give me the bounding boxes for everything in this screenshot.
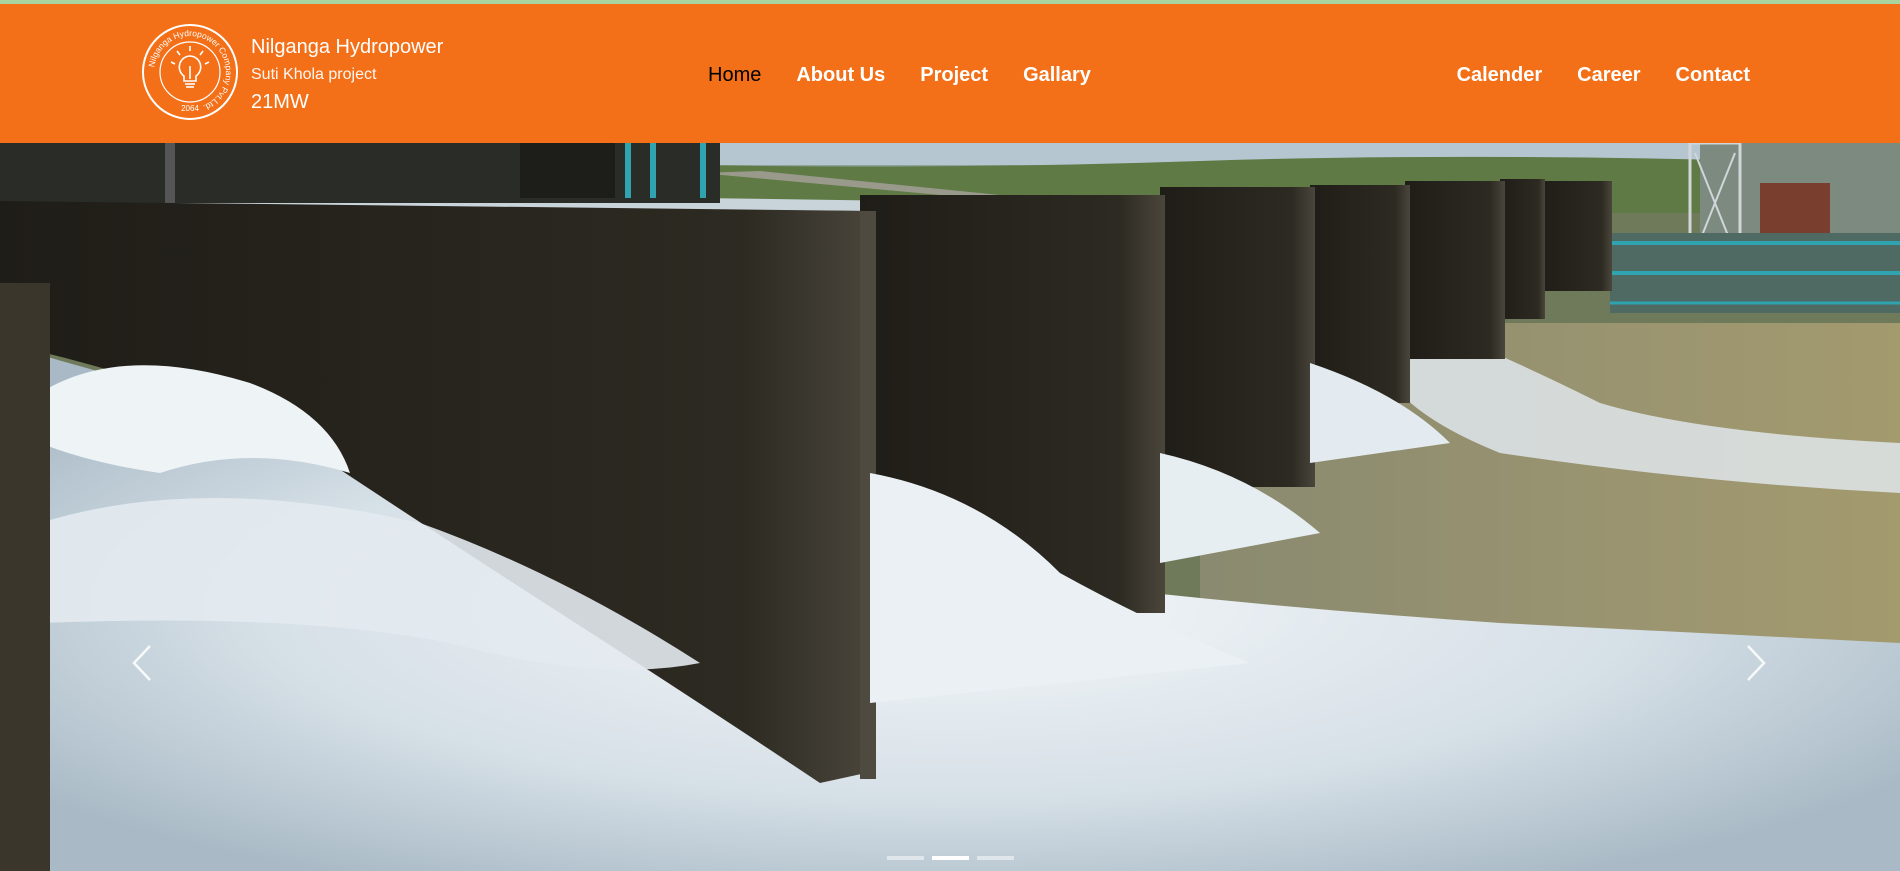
carousel-indicator-2[interactable] <box>932 856 969 860</box>
company-logo[interactable]: Nilganga Hydropower Company Pvt.Ltd. 206… <box>140 22 240 122</box>
nav-link-contact[interactable]: Contact <box>1676 62 1750 88</box>
carousel-indicators <box>887 856 1014 860</box>
carousel-prev-button[interactable] <box>122 638 162 688</box>
brand-name: Nilganga Hydropower <box>251 36 444 58</box>
hero-slide-image <box>0 143 1900 871</box>
main-nav: Home About Us Project Gallary <box>708 62 1091 88</box>
nav-link-calender[interactable]: Calender <box>1457 62 1543 88</box>
hero-carousel <box>0 143 1900 871</box>
chevron-left-icon <box>132 645 151 681</box>
logo-year: 2064 <box>181 104 199 113</box>
brand-subtitle: Suti Khola project <box>251 66 377 83</box>
carousel-indicator-3[interactable] <box>977 856 1014 860</box>
secondary-nav: Calender Career Contact <box>1457 62 1750 88</box>
chevron-right-icon <box>1747 645 1766 681</box>
nav-link-career[interactable]: Career <box>1577 62 1640 88</box>
nav-link-project[interactable]: Project <box>920 62 988 88</box>
navbar: Nilganga Hydropower Company Pvt.Ltd. 206… <box>0 4 1900 143</box>
brand-capacity: 21MW <box>251 91 309 113</box>
carousel-indicator-1[interactable] <box>887 856 924 860</box>
nav-link-home[interactable]: Home <box>708 62 761 88</box>
nav-link-gallary[interactable]: Gallary <box>1023 62 1091 88</box>
nav-link-about-us[interactable]: About Us <box>796 62 885 88</box>
lightbulb-icon <box>170 46 210 88</box>
carousel-next-button[interactable] <box>1736 638 1776 688</box>
